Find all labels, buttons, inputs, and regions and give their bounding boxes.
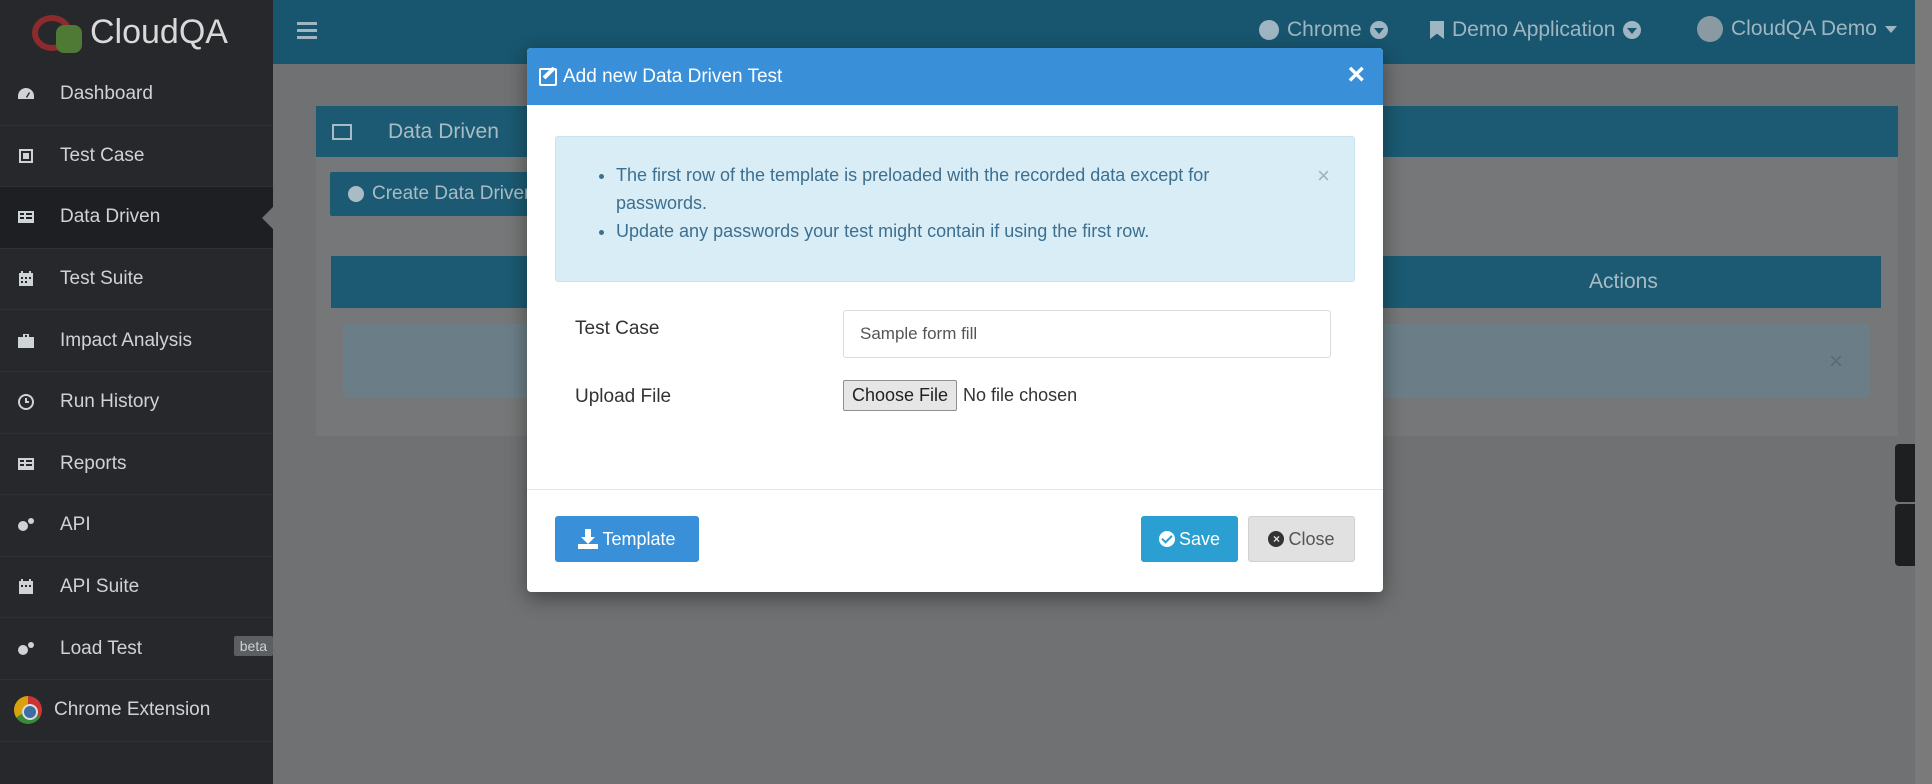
modal-header: Add new Data Driven Test × (527, 48, 1383, 105)
close-circle-icon: × (1268, 531, 1285, 547)
browser-selector[interactable]: Chrome (1259, 18, 1388, 42)
chrome-icon (1259, 20, 1279, 40)
sidebar-item-label: Test Suite (60, 268, 144, 290)
table-icon (332, 123, 352, 140)
template-button[interactable]: Template (555, 516, 699, 562)
sidebar-item-label: Dashboard (60, 83, 153, 105)
beta-badge: beta (233, 636, 273, 657)
sidebar-item-test-case[interactable]: Test Case (0, 126, 273, 188)
alert-close-icon[interactable]: × (1317, 163, 1330, 189)
bookmark-icon (1430, 21, 1444, 39)
sidebar-item-label: Load Test (60, 637, 143, 659)
sidebar-item-label: API Suite (60, 576, 140, 598)
table-icon (16, 208, 36, 226)
application-label: Demo Application (1452, 18, 1616, 41)
save-button[interactable]: Save (1141, 516, 1238, 562)
sidebar-item-chrome-extension[interactable]: Chrome Extension (0, 680, 273, 742)
sidebar-item-label: Test Case (60, 144, 145, 166)
cloudqa-logo-icon (28, 7, 84, 57)
close-icon[interactable]: × (1829, 348, 1843, 376)
choose-file-button[interactable]: Choose File (843, 380, 958, 411)
dashboard-icon (16, 85, 36, 103)
add-data-driven-test-modal: Add new Data Driven Test × The first row… (527, 48, 1383, 592)
template-button-label: Template (602, 528, 676, 549)
calendar-icon (16, 270, 36, 288)
sidebar-item-label: Data Driven (60, 206, 161, 228)
sidebar-item-label: Reports (60, 452, 127, 474)
avatar (1697, 16, 1723, 42)
sidebar: CloudQA Dashboard Test Case Data Driven … (0, 0, 273, 784)
brand-logo[interactable]: CloudQA (0, 0, 273, 64)
close-button[interactable]: × Close (1248, 516, 1355, 562)
modal-close-icon[interactable]: × (1347, 60, 1365, 90)
sidebar-item-load-test[interactable]: Load Test beta (0, 618, 273, 680)
info-alert: The first row of the template is preload… (555, 136, 1355, 282)
sidebar-item-dashboard[interactable]: Dashboard (0, 64, 273, 126)
hamburger-menu-icon[interactable] (297, 22, 317, 40)
sidebar-item-label: API (60, 514, 91, 536)
sidebar-item-label: Run History (60, 391, 160, 413)
caret-down-icon (1884, 25, 1897, 33)
window-edge (1915, 0, 1932, 784)
test-case-icon (16, 147, 36, 165)
sidebar-item-label: Chrome Extension (54, 699, 211, 721)
save-button-label: Save (1178, 528, 1221, 549)
chrome-icon (14, 696, 42, 725)
sidebar-item-reports[interactable]: Reports (0, 434, 273, 496)
test-case-input[interactable] (843, 310, 1331, 358)
briefcase-icon (16, 332, 36, 350)
close-button-label: Close (1288, 528, 1335, 549)
file-upload-control: Choose File No file chosen (843, 380, 1077, 411)
clock-icon (16, 393, 36, 411)
application-selector[interactable]: Demo Application (1430, 18, 1642, 42)
download-icon (578, 529, 599, 549)
table-icon (16, 455, 36, 473)
panel-title: Data Driven (388, 119, 499, 143)
chevron-down-icon (1369, 21, 1388, 39)
chevron-down-icon (1623, 21, 1642, 39)
sidebar-item-test-suite[interactable]: Test Suite (0, 249, 273, 311)
check-circle-icon (1158, 531, 1175, 547)
modal-divider (527, 489, 1383, 490)
sidebar-item-impact-analysis[interactable]: Impact Analysis (0, 310, 273, 372)
sidebar-item-data-driven[interactable]: Data Driven (0, 187, 273, 249)
sidebar-item-api[interactable]: API (0, 495, 273, 557)
browser-label: Chrome (1287, 18, 1362, 41)
calendar-icon (16, 578, 36, 596)
gears-icon (16, 516, 36, 534)
edit-icon (539, 67, 557, 86)
alert-item: Update any passwords your test might con… (616, 217, 1288, 245)
test-case-label: Test Case (575, 318, 660, 339)
gears-icon (16, 640, 36, 658)
sidebar-item-api-suite[interactable]: API Suite (0, 557, 273, 619)
sidebar-item-run-history[interactable]: Run History (0, 372, 273, 434)
alert-item: The first row of the template is preload… (616, 161, 1288, 217)
brand-name: CloudQA (90, 12, 228, 51)
upload-file-label: Upload File (575, 386, 672, 407)
plus-circle-icon (348, 186, 364, 202)
sidebar-item-label: Impact Analysis (60, 329, 192, 351)
user-menu[interactable]: CloudQA Demo (1697, 16, 1897, 42)
modal-title: Add new Data Driven Test (563, 65, 783, 87)
alert-list: The first row of the template is preload… (588, 161, 1288, 245)
no-file-text: No file chosen (963, 385, 1078, 405)
actions-column-header: Actions (1589, 270, 1658, 293)
user-name: CloudQA Demo (1731, 17, 1877, 40)
